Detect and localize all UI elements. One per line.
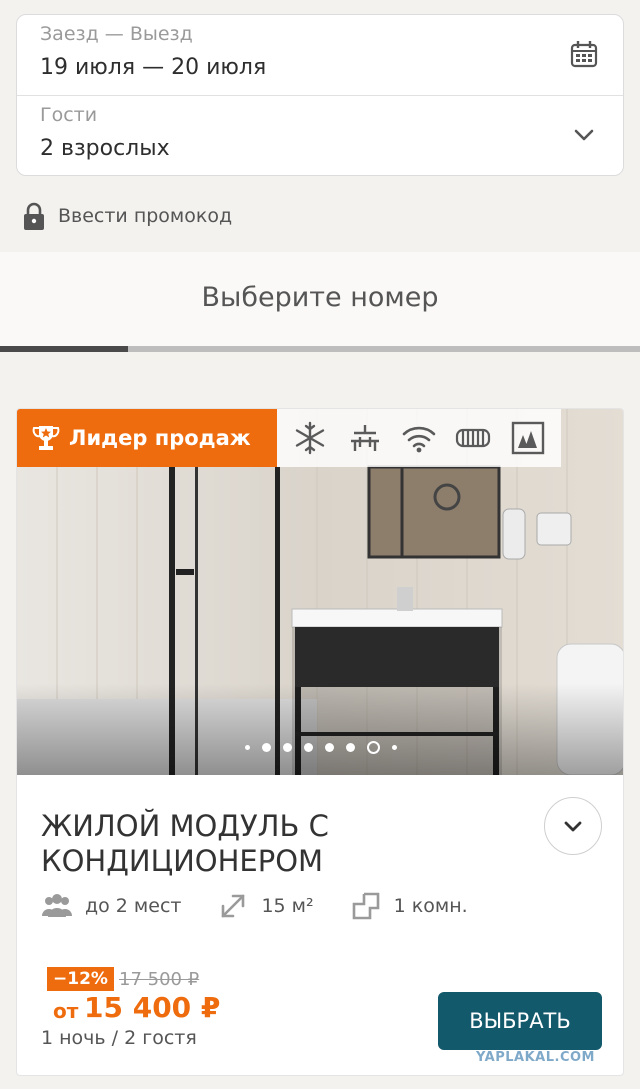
people-icon: [42, 894, 72, 917]
amenity-icons: [277, 409, 561, 467]
room-photo-gallery[interactable]: Лидер продаж: [17, 409, 623, 775]
page-title: Выберите номер: [201, 282, 439, 313]
rooms-progress: [0, 346, 640, 352]
chevron-down-icon[interactable]: [569, 120, 599, 150]
capacity-text: до 2 мест: [85, 895, 182, 917]
gallery-dot[interactable]: [346, 743, 355, 752]
price: 15 400 ₽: [84, 991, 221, 1024]
rooms-feature: 1 комн.: [350, 890, 468, 922]
heater-icon: [456, 428, 491, 448]
room-card: Лидер продаж ЖИЛОЙ МОДУЛЬ С КОНДИЦИОНЕРО…: [16, 408, 624, 1076]
gallery-dot[interactable]: [245, 745, 250, 750]
rooms-text: 1 комн.: [393, 895, 468, 917]
select-button[interactable]: ВЫБРАТЬ: [438, 992, 602, 1050]
gallery-dot[interactable]: [262, 743, 271, 752]
gallery-dot[interactable]: [304, 743, 313, 752]
capacity-feature: до 2 мест: [41, 890, 181, 922]
floorplan-icon: [352, 892, 379, 920]
dates-label: Заезд — Выезд: [40, 23, 193, 45]
wifi-icon: [402, 426, 436, 453]
guests-label: Гости: [40, 104, 98, 126]
gallery-dot[interactable]: [392, 745, 397, 750]
price-note: 1 ночь / 2 гостя: [41, 1027, 197, 1049]
booking-form: Заезд — Выезд 19 июля — 20 июля Гости 2 …: [16, 14, 624, 176]
promo-label[interactable]: Ввести промокод: [58, 205, 232, 227]
gallery-dot[interactable]: [367, 741, 380, 754]
rooms-progress-fill: [0, 346, 128, 352]
old-price: 17 500 ₽: [119, 969, 200, 990]
gallery-dots[interactable]: [17, 741, 623, 754]
discount-badge: −12%: [47, 967, 114, 991]
guests-field[interactable]: Гости 2 взрослых: [17, 95, 623, 175]
trophy-icon: [32, 426, 60, 450]
dates-value[interactable]: 19 июля — 20 июля: [40, 55, 266, 80]
guests-value[interactable]: 2 взрослых: [40, 136, 170, 161]
dates-field[interactable]: Заезд — Выезд 19 июля — 20 июля: [17, 15, 623, 95]
watermark: YAPLAKAL.COM: [476, 1050, 595, 1065]
chevron-down-icon: [564, 821, 582, 832]
expand-button[interactable]: [544, 797, 602, 855]
resize-arrows-icon: [222, 894, 245, 918]
bestseller-badge: Лидер продаж: [17, 409, 277, 467]
area-feature: 15 м²: [217, 890, 314, 922]
gallery-dot[interactable]: [283, 743, 292, 752]
lock-icon: [24, 202, 44, 230]
price-prefix: от: [53, 999, 79, 1023]
bestseller-label: Лидер продаж: [69, 426, 251, 450]
booking-panel: Заезд — Выезд 19 июля — 20 июля Гости 2 …: [0, 0, 640, 252]
area-text: 15 м²: [261, 895, 314, 917]
room-title[interactable]: ЖИЛОЙ МОДУЛЬ С КОНДИЦИОНЕРОМ: [41, 809, 511, 879]
snowflake-icon: [295, 421, 325, 455]
gallery-dot[interactable]: [325, 743, 334, 752]
promo-link[interactable]: Ввести промокод: [22, 200, 232, 232]
picture-icon: [511, 421, 544, 455]
shower-icon: [350, 425, 379, 451]
room-features: до 2 мест 15 м² 1 комн.: [41, 889, 504, 923]
calendar-icon[interactable]: [569, 39, 599, 69]
